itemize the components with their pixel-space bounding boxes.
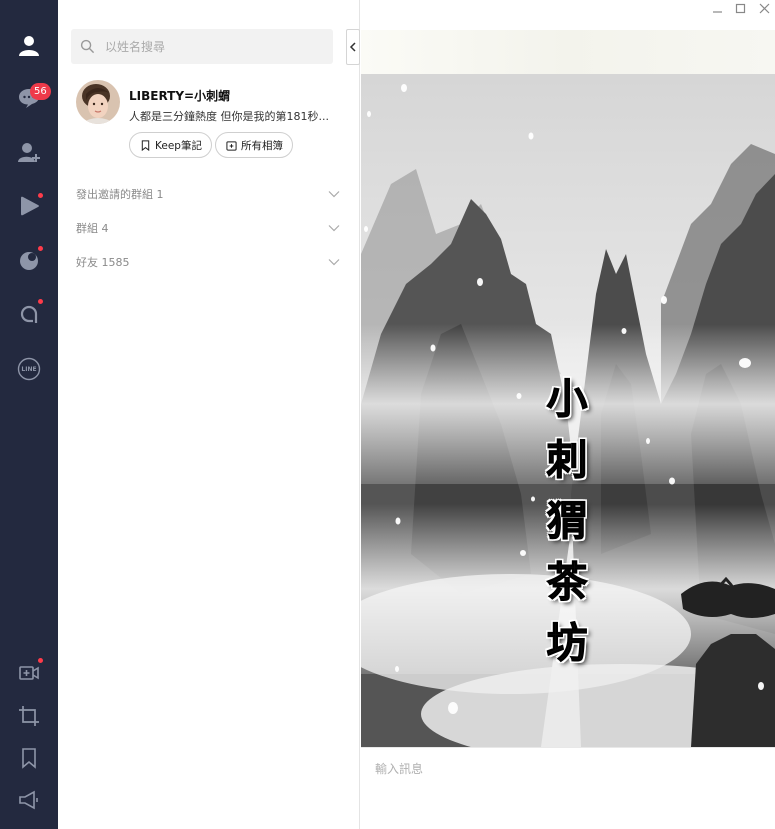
voom-nav-button[interactable] <box>0 185 58 227</box>
minimize-icon <box>712 10 722 13</box>
chevron-left-icon <box>349 42 356 52</box>
video-call-nav-button[interactable] <box>0 652 58 694</box>
invited-groups-section[interactable]: 發出邀請的群組 1 <box>76 184 340 204</box>
chat-background-image: 小刺猬茶坊 <box>361 74 775 747</box>
chevron-down-icon <box>328 191 340 198</box>
album-icon <box>226 140 237 151</box>
avatar[interactable] <box>76 80 120 124</box>
section-label: 發出邀請的群組 1 <box>76 188 164 201</box>
section-label: 好友 1585 <box>76 256 130 269</box>
close-icon <box>759 3 769 13</box>
message-input[interactable] <box>375 760 765 820</box>
keep-memo-label: Keep筆記 <box>155 139 202 152</box>
line-nav-button[interactable]: LINE <box>0 348 58 390</box>
unread-badge: 56 <box>30 83 51 100</box>
crop-icon <box>19 706 39 726</box>
chat-area: 小刺猬茶坊 <box>361 0 775 829</box>
background-calligraphy-text: 小刺猬茶坊 <box>546 375 588 668</box>
friends-section[interactable]: 好友 1585 <box>76 252 340 272</box>
bookmark-icon <box>141 139 150 151</box>
all-albums-button[interactable]: 所有相簿 <box>215 132 293 158</box>
add-friend-icon <box>18 143 40 162</box>
announcement-nav-button[interactable] <box>0 779 58 821</box>
nav-rail: 56 LINE <box>0 0 58 829</box>
add-friend-nav-button[interactable] <box>0 131 58 173</box>
search-input[interactable] <box>105 39 325 54</box>
svg-text:LINE: LINE <box>21 366 36 373</box>
friends-nav-button[interactable] <box>0 24 58 66</box>
chevron-down-icon <box>328 225 340 232</box>
bookmark-icon <box>22 748 36 769</box>
a-letter-icon <box>20 305 38 323</box>
maximize-button[interactable] <box>732 0 748 16</box>
profile-name: LIBERTY=小刺蝟 <box>129 89 231 103</box>
today-nav-button[interactable] <box>0 239 58 281</box>
chevron-down-icon <box>328 259 340 266</box>
keep-memo-button[interactable]: Keep筆記 <box>129 132 212 158</box>
openchat-nav-button[interactable] <box>0 293 58 335</box>
notification-dot <box>38 246 43 251</box>
search-box[interactable] <box>71 29 333 64</box>
chat-header <box>361 30 775 74</box>
message-input-area[interactable] <box>361 747 775 829</box>
video-add-icon <box>19 666 39 680</box>
keep-nav-button[interactable] <box>0 737 58 779</box>
close-button[interactable] <box>756 0 772 16</box>
screenshot-nav-button[interactable] <box>0 695 58 737</box>
notification-dot <box>38 299 43 304</box>
friend-list-panel: LIBERTY=小刺蝟 人都是三分鐘熱度 但你是我的第181秒... Keep筆… <box>58 0 360 829</box>
groups-section[interactable]: 群組 4 <box>76 218 340 238</box>
person-icon <box>19 36 39 56</box>
minimize-button[interactable] <box>709 0 725 16</box>
chats-nav-button[interactable]: 56 <box>0 77 58 119</box>
play-icon <box>21 196 39 216</box>
line-logo-icon: LINE <box>17 357 41 381</box>
all-albums-label: 所有相簿 <box>241 139 283 152</box>
megaphone-icon <box>19 790 38 810</box>
notification-dot <box>38 658 43 663</box>
maximize-icon <box>735 3 745 13</box>
notification-dot <box>38 193 43 198</box>
search-icon <box>80 39 95 54</box>
pie-icon <box>20 252 38 270</box>
profile-status-message: 人都是三分鐘熱度 但你是我的第181秒... <box>129 110 329 123</box>
collapse-panel-button[interactable] <box>346 29 360 65</box>
section-label: 群組 4 <box>76 222 109 235</box>
